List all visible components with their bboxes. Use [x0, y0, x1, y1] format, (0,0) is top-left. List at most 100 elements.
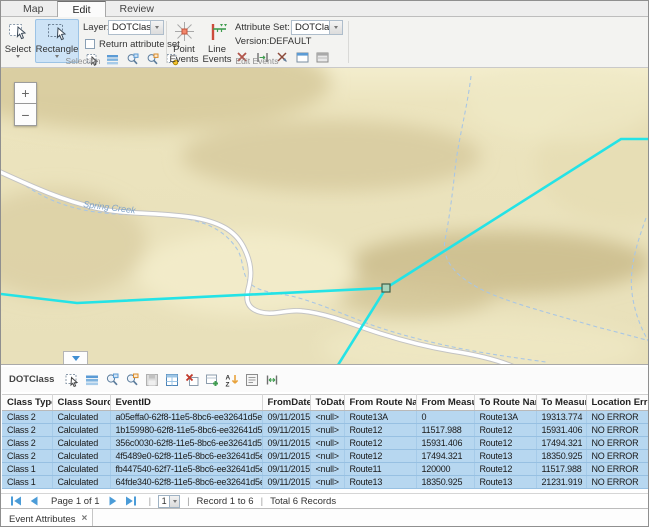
table-cell[interactable]: 09/11/2015 [262, 437, 310, 450]
table-cell[interactable]: Class 2 [2, 424, 52, 437]
sort-records-icon[interactable]: AZ [224, 372, 239, 387]
table-cell[interactable]: NO ERROR [586, 424, 649, 437]
add-record-icon[interactable] [204, 372, 219, 387]
column-header[interactable]: Class Source [52, 395, 110, 411]
table-cell[interactable]: 356c0030-62f8-11e5-8bc6-ee32641d5ec9 [110, 437, 262, 450]
first-page-icon[interactable] [9, 496, 23, 507]
table-cell[interactable]: 09/11/2015 [262, 424, 310, 437]
table-cell[interactable]: 19313.774 [536, 411, 586, 424]
next-page-icon[interactable] [106, 496, 120, 507]
column-header[interactable]: To Measure [536, 395, 586, 411]
table-cell[interactable]: Route12 [474, 437, 536, 450]
table-cell[interactable]: Route12 [474, 424, 536, 437]
table-row[interactable]: Class 2Calculated1b159980-62f8-11e5-8bc6… [2, 424, 649, 437]
column-header[interactable]: Class Type [2, 395, 52, 411]
last-page-icon[interactable] [124, 496, 138, 507]
table-cell[interactable]: NO ERROR [586, 450, 649, 463]
map-view[interactable]: Spring Creek + − [1, 68, 649, 364]
table-cell[interactable]: Class 2 [2, 437, 52, 450]
table-cell[interactable]: NO ERROR [586, 411, 649, 424]
route-junction-vertex[interactable] [382, 284, 390, 292]
table-cell[interactable]: a05effa0-62f8-11e5-8bc6-ee32641d5ec9 [110, 411, 262, 424]
save-edits-icon[interactable] [144, 372, 159, 387]
table-cell[interactable]: NO ERROR [586, 476, 649, 489]
column-header[interactable]: To Route Name [474, 395, 536, 411]
table-cell[interactable]: 17494.321 [536, 437, 586, 450]
table-cell[interactable]: NO ERROR [586, 437, 649, 450]
table-cell[interactable]: <null> [310, 437, 344, 450]
table-cell[interactable]: 120000 [416, 463, 474, 476]
table-cell[interactable]: Route11 [344, 463, 416, 476]
column-header[interactable]: From Route Name [344, 395, 416, 411]
table-cell[interactable]: NO ERROR [586, 463, 649, 476]
zoom-out-button[interactable]: − [14, 104, 37, 126]
table-cell[interactable]: 09/11/2015 [262, 450, 310, 463]
table-cell[interactable]: 11517.988 [416, 424, 474, 437]
table-cell[interactable]: Route13A [474, 411, 536, 424]
table-cell[interactable]: Class 1 [2, 476, 52, 489]
table-cell[interactable]: <null> [310, 463, 344, 476]
attribute-set-dropdown[interactable]: DOTClass [291, 20, 343, 35]
table-cell[interactable]: Route13 [474, 450, 536, 463]
table-row[interactable]: Class 2Calculated356c0030-62f8-11e5-8bc6… [2, 437, 649, 450]
pan-to-selected-icon[interactable] [124, 372, 139, 387]
table-cell[interactable]: Calculated [52, 450, 110, 463]
tab-map[interactable]: Map [9, 1, 57, 16]
table-cell[interactable]: 09/11/2015 [262, 476, 310, 489]
table-cell[interactable]: Calculated [52, 437, 110, 450]
table-cell[interactable]: 21231.919 [536, 476, 586, 489]
table-cell[interactable]: <null> [310, 476, 344, 489]
table-cell[interactable]: Route13A [344, 411, 416, 424]
table-cell[interactable]: Route12 [474, 463, 536, 476]
column-header[interactable]: ToDate [310, 395, 344, 411]
table-cell[interactable]: Calculated [52, 463, 110, 476]
table-cell[interactable]: <null> [310, 450, 344, 463]
table-row[interactable]: Class 1Calculated64fde340-62f8-11e5-8bc6… [2, 476, 649, 489]
table-cell[interactable]: 0 [416, 411, 474, 424]
map-canvas[interactable]: Spring Creek [1, 68, 649, 364]
page-number-caret-icon[interactable] [169, 496, 179, 507]
column-header[interactable]: Location Error [586, 395, 649, 411]
open-form-icon[interactable] [244, 372, 259, 387]
table-cell[interactable]: 15931.406 [416, 437, 474, 450]
table-cell[interactable]: 09/11/2015 [262, 463, 310, 476]
table-cell[interactable]: 09/11/2015 [262, 411, 310, 424]
fit-columns-icon[interactable] [264, 372, 279, 387]
column-header[interactable]: EventID [110, 395, 262, 411]
table-row[interactable]: Class 2Calculateda05effa0-62f8-11e5-8bc6… [2, 411, 649, 424]
select-records-icon[interactable] [64, 372, 79, 387]
table-cell[interactable]: 1b159980-62f8-11e5-8bc6-ee32641d5ec9 [110, 424, 262, 437]
previous-page-icon[interactable] [27, 496, 41, 507]
tab-review[interactable]: Review [106, 1, 168, 16]
close-tab-icon[interactable]: × [82, 514, 88, 524]
table-cell[interactable]: <null> [310, 424, 344, 437]
switch-table-icon[interactable] [164, 372, 179, 387]
attribute-set-dropdown-caret-icon[interactable] [329, 21, 342, 34]
table-cell[interactable]: Class 2 [2, 411, 52, 424]
layer-dropdown[interactable]: DOTClass [108, 20, 164, 35]
table-cell[interactable]: Route12 [344, 450, 416, 463]
table-cell[interactable]: <null> [310, 411, 344, 424]
table-cell[interactable]: Route13 [474, 476, 536, 489]
page-number-dropdown[interactable]: 1 [158, 495, 180, 508]
table-cell[interactable]: Calculated [52, 476, 110, 489]
table-row[interactable]: Class 1Calculatedfb447540-62f7-11e5-8bc6… [2, 463, 649, 476]
zoom-to-selected-icon[interactable] [104, 372, 119, 387]
zoom-in-button[interactable]: + [14, 82, 37, 104]
table-cell[interactable]: 18350.925 [536, 450, 586, 463]
table-cell[interactable]: Route12 [344, 424, 416, 437]
table-row[interactable]: Class 2Calculated4f5489e0-62f8-11e5-8bc6… [2, 450, 649, 463]
table-cell[interactable]: Calculated [52, 424, 110, 437]
table-cell[interactable]: Class 2 [2, 450, 52, 463]
tab-edit[interactable]: Edit [57, 1, 105, 17]
table-cell[interactable]: 64fde340-62f8-11e5-8bc6-ee32641d5ec9 [110, 476, 262, 489]
table-cell[interactable]: 4f5489e0-62f8-11e5-8bc6-ee32641d5ec9 [110, 450, 262, 463]
column-header[interactable]: FromDate [262, 395, 310, 411]
return-attribute-set-checkbox[interactable] [85, 39, 95, 49]
table-cell[interactable]: 18350.925 [416, 476, 474, 489]
table-cell[interactable]: Route13 [344, 476, 416, 489]
event-attributes-tab[interactable]: Event Attributes × [1, 509, 93, 527]
column-header[interactable]: From Measure [416, 395, 474, 411]
table-cell[interactable]: Route12 [344, 437, 416, 450]
panel-collapse-tab[interactable] [63, 351, 88, 364]
